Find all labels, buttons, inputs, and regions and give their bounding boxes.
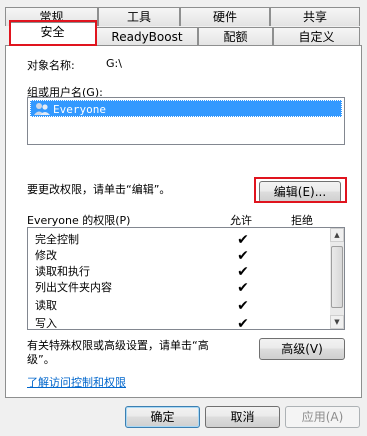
permission-row: 读取 ✔ [28, 298, 328, 314]
ok-button-label: 确定 [150, 410, 175, 424]
tab-label: 配额 [223, 30, 248, 44]
tab-readyboost[interactable]: ReadyBoost [96, 27, 198, 46]
allow-column-header: 允许 [230, 214, 252, 227]
tab-label: ReadyBoost [111, 30, 183, 44]
permission-name: 修改 [35, 249, 57, 262]
apply-button-label: 应用(A) [301, 410, 344, 424]
tab-label: 硬件 [212, 10, 237, 24]
cancel-button-label: 取消 [230, 410, 255, 424]
allow-check-icon: ✔ [237, 298, 249, 314]
tab-label: 工具 [126, 10, 151, 24]
tab-label: 自定义 [298, 30, 335, 44]
allow-check-icon: ✔ [237, 232, 249, 248]
change-permissions-text: 要更改权限，请单击“编辑”。 [27, 183, 171, 196]
permission-name: 写入 [35, 317, 57, 330]
ok-button[interactable]: 确定 [125, 406, 200, 428]
user-item-label: Everyone [53, 103, 106, 116]
tab-quota[interactable]: 配额 [198, 27, 273, 46]
scroll-down-arrow-icon[interactable]: ▼ [330, 315, 344, 329]
cancel-button[interactable]: 取消 [205, 406, 280, 428]
tab-security[interactable]: 安全 [9, 22, 96, 46]
allow-check-icon: ✔ [237, 280, 249, 296]
permission-row: 完全控制 ✔ [28, 232, 328, 248]
users-group-icon [34, 102, 50, 116]
permission-name: 完全控制 [35, 233, 79, 246]
deny-column-header: 拒绝 [291, 214, 313, 227]
permission-name: 读取 [35, 299, 57, 312]
permission-row: 读取和执行 ✔ [28, 264, 328, 280]
tab-hardware[interactable]: 硬件 [180, 7, 270, 26]
apply-button[interactable]: 应用(A) [285, 406, 360, 428]
tab-tools[interactable]: 工具 [98, 7, 180, 26]
edit-button[interactable]: 编辑(E)... [259, 181, 341, 203]
tab-sharing[interactable]: 共享 [270, 7, 360, 26]
object-name-value: G:\ [106, 57, 122, 70]
edit-button-label: 编辑(E)... [273, 185, 327, 199]
scroll-up-arrow-icon[interactable]: ▲ [330, 228, 344, 242]
permission-name: 列出文件夹内容 [35, 281, 112, 294]
object-name-label: 对象名称: [27, 59, 75, 72]
advanced-button[interactable]: 高级(V) [259, 338, 345, 360]
allow-check-icon: ✔ [237, 316, 249, 330]
permissions-header-label: Everyone 的权限(P) [27, 214, 131, 227]
advanced-button-label: 高级(V) [281, 342, 323, 356]
permissions-list[interactable]: 完全控制 ✔ 修改 ✔ 读取和执行 ✔ 列出文件夹内容 ✔ 读取 ✔ 写入 ✔ ▲ ▼ [27, 227, 345, 330]
special-permissions-text-line2: 级”。 [27, 353, 55, 366]
tab-label: 共享 [302, 10, 327, 24]
permission-row: 列出文件夹内容 ✔ [28, 280, 328, 296]
permission-row: 修改 ✔ [28, 248, 328, 264]
permission-name: 读取和执行 [35, 265, 90, 278]
allow-check-icon: ✔ [237, 248, 249, 264]
users-listbox[interactable]: Everyone [27, 97, 345, 145]
user-item-everyone[interactable]: Everyone [30, 100, 342, 117]
tab-customize[interactable]: 自定义 [273, 27, 360, 46]
learn-access-control-link[interactable]: 了解访问控制和权限 [27, 374, 126, 390]
scrollbar-thumb[interactable] [331, 246, 343, 308]
tab-label: 安全 [40, 25, 65, 39]
permissions-scrollbar[interactable]: ▲ ▼ [330, 228, 344, 329]
allow-check-icon: ✔ [237, 264, 249, 280]
permission-row: 写入 ✔ [28, 316, 328, 330]
